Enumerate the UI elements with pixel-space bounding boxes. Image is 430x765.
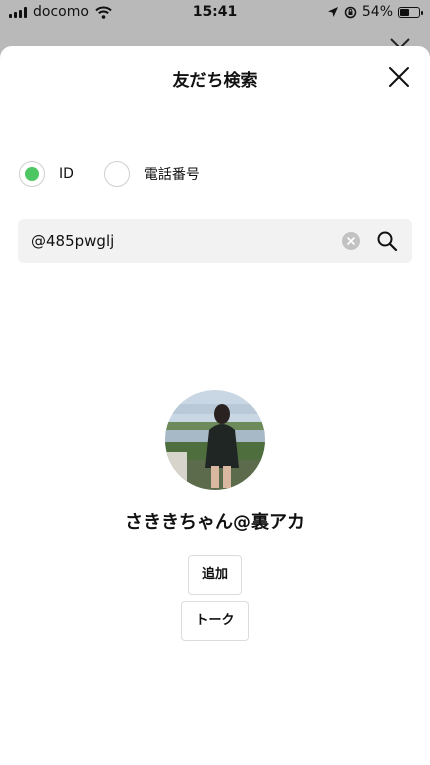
add-button[interactable]: 追加 <box>188 555 242 595</box>
talk-button[interactable]: トーク <box>181 601 249 641</box>
radio-id-label[interactable]: ID <box>59 166 74 182</box>
search-icon[interactable] <box>376 230 398 252</box>
result-name: さききちゃん@裏アカ <box>125 512 305 533</box>
add-friend-sheet: 友だち検索 ID 電話番号 @485pwglj さききちゃん@裏アカ 追加 トー… <box>0 46 430 765</box>
battery-icon <box>398 6 423 18</box>
radio-phone-label[interactable]: 電話番号 <box>144 164 200 184</box>
location-arrow-icon <box>327 7 338 17</box>
radio-id[interactable] <box>19 161 45 187</box>
radio-phone[interactable] <box>103 161 130 187</box>
rotation-lock-icon <box>344 6 357 18</box>
close-icon[interactable] <box>388 66 410 88</box>
avatar <box>165 390 265 490</box>
battery-percent: 54% <box>361 4 393 20</box>
search-type-selector: ID 電話番号 <box>19 161 200 187</box>
search-input[interactable]: @485pwglj <box>18 219 412 263</box>
profile-photo <box>165 390 265 490</box>
status-right: 54% <box>327 4 423 20</box>
sheet-title: 友だち検索 <box>172 71 258 91</box>
search-input-value[interactable]: @485pwglj <box>31 232 114 250</box>
clear-icon[interactable] <box>342 232 360 250</box>
status-bar: docomo 15:41 54% <box>0 0 430 26</box>
